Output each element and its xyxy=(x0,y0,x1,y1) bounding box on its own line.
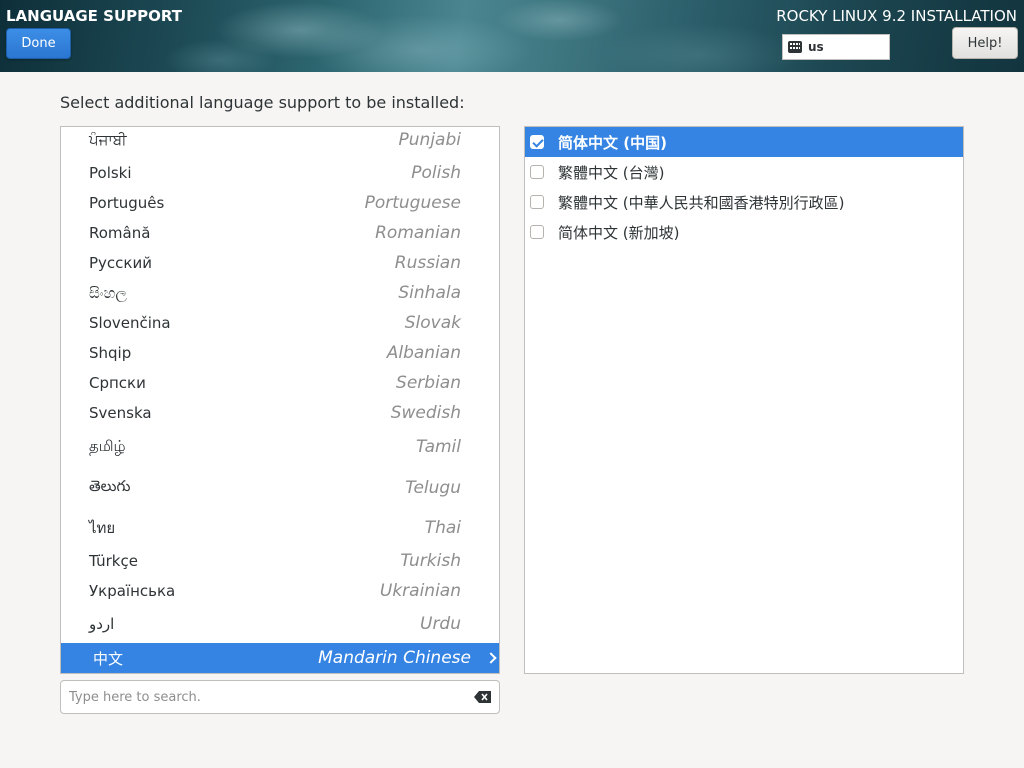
locale-row[interactable]: 繁體中文 (台灣) xyxy=(525,157,963,187)
language-row-sinhala[interactable]: සිංහල Sinhala xyxy=(61,278,499,308)
language-row-urdu[interactable]: اردو Urdu xyxy=(61,606,499,642)
language-english-name: Russian xyxy=(394,253,461,273)
language-row-telugu[interactable]: తెలుగు Telugu xyxy=(61,466,499,510)
language-row-mandarin-chinese[interactable]: 中文 Mandarin Chinese xyxy=(61,643,499,673)
instruction-text: Select additional language support to be… xyxy=(60,93,465,112)
language-native-name: Polski xyxy=(89,164,132,182)
locale-label: 繁體中文 (台灣) xyxy=(558,163,665,182)
locale-checkbox[interactable] xyxy=(530,195,544,209)
language-native-name: Slovenčina xyxy=(89,314,171,332)
language-native-name: اردو xyxy=(89,615,115,633)
clear-search-icon[interactable] xyxy=(474,691,491,703)
language-native-name: Türkçe xyxy=(89,552,138,570)
language-row-romanian[interactable]: Română Romanian xyxy=(61,218,499,248)
header-bar: LANGUAGE SUPPORT Done ROCKY LINUX 9.2 IN… xyxy=(0,0,1024,72)
language-english-name: Punjabi xyxy=(398,130,461,150)
language-row-serbian[interactable]: Српски Serbian xyxy=(61,368,499,398)
language-native-name: Українська xyxy=(89,582,176,600)
language-english-name: Slovak xyxy=(404,313,461,333)
language-row-thai[interactable]: ไทย Thai xyxy=(61,510,499,546)
keyboard-icon xyxy=(788,41,802,53)
language-row-slovak[interactable]: Slovenčina Slovak xyxy=(61,308,499,338)
search-box xyxy=(60,680,500,714)
language-native-name: Русский xyxy=(89,254,152,272)
language-native-name: Română xyxy=(89,224,151,242)
language-native-name: Shqip xyxy=(89,344,132,362)
locale-label: 简体中文 (中国) xyxy=(558,133,667,152)
language-row-turkish[interactable]: Türkçe Turkish xyxy=(61,546,499,576)
locale-label: 简体中文 (新加坡) xyxy=(558,223,680,242)
help-button[interactable]: Help! xyxy=(952,27,1018,59)
language-row-polish[interactable]: Polski Polish xyxy=(61,158,499,188)
locale-checkbox[interactable] xyxy=(530,225,544,239)
language-row-tamil[interactable]: தமிழ் Tamil xyxy=(61,428,499,466)
language-native-name: తెలుగు xyxy=(89,477,131,495)
language-english-name: Polish xyxy=(411,163,461,183)
language-native-name: தமிழ் xyxy=(89,437,126,455)
locale-checkbox[interactable] xyxy=(530,135,544,149)
page-title: LANGUAGE SUPPORT xyxy=(6,7,182,25)
locale-label: 繁體中文 (中華人民共和國香港特別行政區) xyxy=(558,193,845,212)
language-native-name: Српски xyxy=(89,374,146,392)
language-row-swedish[interactable]: Svenska Swedish xyxy=(61,398,499,428)
language-english-name: Serbian xyxy=(396,373,461,393)
language-english-name: Turkish xyxy=(400,551,461,571)
search-input[interactable] xyxy=(69,689,474,705)
language-native-name: Svenska xyxy=(89,404,152,422)
language-english-name: Portuguese xyxy=(364,193,461,213)
language-english-name: Romanian xyxy=(375,223,461,243)
language-native-name: ਪੰਜਾਬੀ xyxy=(89,131,127,149)
locale-checkbox[interactable] xyxy=(530,165,544,179)
locale-list[interactable]: 简体中文 (中国) 繁體中文 (台灣) 繁體中文 (中華人民共和國香港特別行政區… xyxy=(524,126,964,674)
language-row-portuguese[interactable]: Português Portuguese xyxy=(61,188,499,218)
language-row-albanian[interactable]: Shqip Albanian xyxy=(61,338,499,368)
language-english-name: Ukrainian xyxy=(379,581,461,601)
language-row-ukrainian[interactable]: Українська Ukrainian xyxy=(61,576,499,606)
language-native-name: Português xyxy=(89,194,165,212)
language-row-russian[interactable]: Русский Russian xyxy=(61,248,499,278)
language-native-name: 中文 xyxy=(93,649,124,668)
product-title: ROCKY LINUX 9.2 INSTALLATION xyxy=(776,7,1017,25)
language-list[interactable]: ਪੰਜਾਬੀ Punjabi Polski Polish Português P… xyxy=(60,126,500,674)
locale-row[interactable]: 简体中文 (新加坡) xyxy=(525,217,963,247)
language-english-name: Sinhala xyxy=(398,283,461,303)
language-row-punjabi[interactable]: ਪੰਜਾਬੀ Punjabi xyxy=(61,127,499,153)
language-english-name: Thai xyxy=(424,518,461,538)
language-english-name: Mandarin Chinese xyxy=(318,648,471,668)
done-button[interactable]: Done xyxy=(6,28,71,59)
locale-row[interactable]: 繁體中文 (中華人民共和國香港特別行政區) xyxy=(525,187,963,217)
keyboard-layout-label: us xyxy=(808,40,824,54)
language-english-name: Tamil xyxy=(415,437,461,457)
language-english-name: Telugu xyxy=(405,478,461,498)
language-english-name: Swedish xyxy=(390,403,461,423)
locale-row[interactable]: 简体中文 (中国) xyxy=(525,127,963,157)
language-native-name: සිංහල xyxy=(89,284,127,302)
keyboard-layout-indicator[interactable]: us xyxy=(782,34,890,60)
language-english-name: Urdu xyxy=(420,614,461,634)
language-native-name: ไทย xyxy=(89,519,116,537)
language-english-name: Albanian xyxy=(386,343,461,363)
